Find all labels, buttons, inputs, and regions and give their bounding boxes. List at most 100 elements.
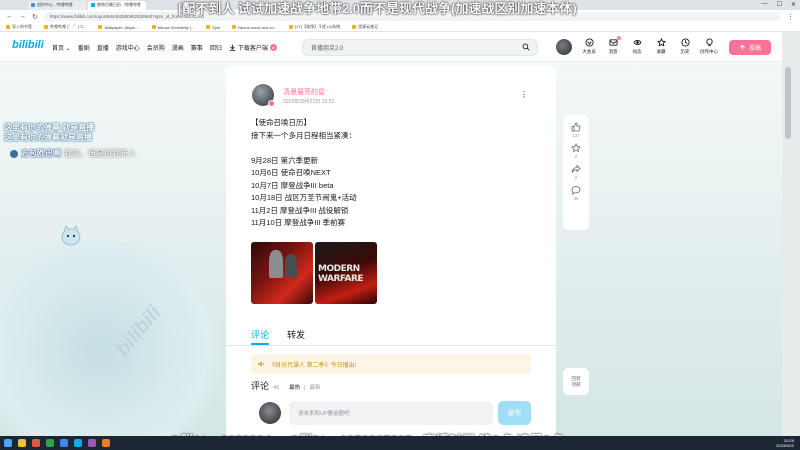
page-scrollbar[interactable] (782, 32, 800, 436)
tab-reposts[interactable]: 转发 (287, 328, 305, 341)
maximize-icon[interactable]: ☐ (777, 1, 782, 8)
sort-new[interactable]: 最新 (310, 383, 321, 391)
comment-input[interactable]: 请未来和UP要金额吧 (289, 401, 493, 425)
danmaku-line: 这里有你的弹幕 就是直播 (4, 123, 95, 132)
header-dynamic[interactable]: 动态 (628, 38, 646, 55)
creator-icon (705, 38, 713, 47)
folder-icon (288, 25, 293, 29)
coin-action[interactable]: 2 (571, 143, 581, 159)
bilibili-logo[interactable]: bilibili (12, 39, 44, 51)
bookmark-item[interactable]: 思源云笔记 (352, 24, 378, 30)
tab-label: 创作中心 - 哔哩哔哩 (37, 2, 73, 7)
folder-icon (232, 25, 237, 29)
favorite-icon (656, 38, 666, 47)
comment-action[interactable]: 45 (571, 185, 581, 201)
comments-header: 评论 45 最热 | 最新 (251, 381, 321, 391)
download-icon (229, 44, 236, 51)
bookmark-item[interactable]: 导入的书签 (6, 24, 32, 30)
history-icon (680, 38, 690, 47)
browser-tab-1[interactable]: 创作中心 - 哔哩哔哩 (28, 0, 86, 10)
danmaku-text: 我的，但是用我新人 (64, 149, 136, 158)
nav-item-mall[interactable]: 会员购 (147, 43, 165, 52)
back-icon[interactable]: ← (6, 13, 13, 20)
tab-favicon-icon (31, 3, 35, 7)
post-card: 清晨最亮的星 2023年09月22日 13:53 ⋮ 【使命召唤日历】 接下来一… (226, 66, 556, 446)
danmaku-username: 方包欧巴啊 (21, 149, 61, 158)
taskbar-app-icon[interactable] (102, 439, 110, 447)
bookmark-item[interactable]: Nexus mods and co... (232, 25, 277, 30)
header-message[interactable]: 消息 1 (604, 36, 622, 55)
user-avatar[interactable] (556, 39, 572, 55)
bookmark-item[interactable]: 哔哩哔哩 (゜-゜)つ... (44, 24, 86, 30)
header-vip[interactable]: 大会员 (580, 38, 598, 55)
danmaku-message: 方包欧巴啊 我的，但是用我新人 (10, 148, 136, 159)
main-nav: 首页 ⌄ 番剧 直播 游戏中心 会员购 漫画 赛事 回归 下载客户端 ● (52, 43, 277, 52)
tab-comments[interactable]: 评论 (251, 328, 269, 341)
notice-banner[interactable]: 《财光代课人 第二季》今日播出! (251, 354, 531, 374)
speaker-icon (257, 361, 264, 367)
bookmark-item[interactable]: Wallpaper: Abyss ... (98, 25, 140, 30)
author-name[interactable]: 清晨最亮的星 (283, 87, 325, 97)
dynamic-icon (633, 40, 641, 45)
verified-badge-icon (268, 100, 275, 107)
back-to-top-button[interactable]: 回到 顶部 (563, 368, 589, 395)
folder-icon (6, 25, 10, 29)
taskbar-app-icon[interactable] (46, 439, 54, 447)
post-image-1[interactable] (251, 242, 313, 304)
header-history[interactable]: 历史 (676, 38, 694, 55)
taskbar-app-icon[interactable] (18, 439, 26, 447)
bookmark-item[interactable]: (17)【纯净】干扰 (4)系统 (288, 24, 340, 30)
upload-button[interactable]: 投稿 (729, 40, 771, 55)
nav-item-live[interactable]: 直播 (97, 43, 109, 52)
more-options-icon[interactable]: ⋮ (520, 90, 528, 99)
vip-icon (584, 38, 594, 47)
like-action[interactable]: 137 (571, 122, 581, 138)
send-comment-button[interactable]: 发布 (498, 401, 531, 425)
window-controls: — ☐ ✕ (762, 1, 796, 8)
taskbar-app-icon[interactable] (88, 439, 96, 447)
nav-item-home[interactable]: 首页 ⌄ (52, 43, 71, 52)
mascot-icon (61, 225, 81, 246)
search-icon[interactable] (522, 43, 530, 51)
author-avatar[interactable] (252, 84, 275, 107)
danmaku-overlay: 这里有你的弹幕 就是直播 这里有你的弹幕就是直播 (4, 123, 94, 143)
taskbar-clock[interactable]: 20:29 2023/9/22 (776, 438, 794, 448)
folder-icon (98, 25, 103, 29)
forward-icon[interactable]: → (19, 13, 26, 20)
reload-icon[interactable]: ↻ (32, 13, 38, 21)
taskbar-app-icon[interactable] (74, 439, 82, 447)
scrollbar-thumb[interactable] (785, 67, 791, 139)
start-icon[interactable] (4, 439, 12, 447)
nav-item-manga[interactable]: 漫画 (172, 43, 184, 52)
sort-hot[interactable]: 最热 (289, 383, 300, 391)
danmaku-avatar (10, 149, 18, 158)
header-favorite[interactable]: 收藏 (652, 38, 670, 55)
comments-title: 评论 (251, 381, 270, 391)
share-icon (571, 164, 581, 173)
nav-item-return[interactable]: 回归 (210, 43, 222, 52)
bookmark-item[interactable]: Sym (206, 25, 220, 30)
new-badge: ● (269, 44, 277, 51)
post-body: 【使命召唤日历】 接下来一个多月日程相当紧凑： 9月28日 第六季更新 10月6… (251, 118, 357, 227)
menu-icon[interactable]: ⋮ (787, 13, 794, 21)
image-caption: MODERN WARFARE (318, 264, 364, 284)
folder-icon (44, 25, 48, 29)
browser-tab-2[interactable]: 使命召唤日历 - 哔哩哔哩 (88, 0, 146, 10)
minimize-icon[interactable]: — (762, 1, 768, 8)
bookmark-item[interactable]: Mouse Sensitivity |... (151, 25, 194, 30)
message-badge: 1 (617, 36, 621, 40)
tab-favicon-icon (91, 3, 95, 7)
nav-item-anime[interactable]: 番剧 (78, 43, 90, 52)
tabs-divider (226, 345, 556, 346)
close-icon[interactable]: ✕ (791, 1, 796, 8)
nav-item-game[interactable]: 游戏中心 (116, 43, 140, 52)
nav-item-esports[interactable]: 赛事 (191, 43, 203, 52)
search-input[interactable]: 首播朋克2.0 (302, 39, 538, 56)
header-creator[interactable]: 创作中心 (700, 38, 718, 55)
download-client-link[interactable]: 下载客户端 ● (229, 43, 277, 52)
side-action-bar: 137 2 2 45 (563, 115, 589, 230)
taskbar-app-icon[interactable] (60, 439, 68, 447)
post-image-2[interactable]: MODERN WARFARE (315, 242, 377, 304)
share-action[interactable]: 2 (571, 164, 581, 180)
taskbar-app-icon[interactable] (32, 439, 40, 447)
